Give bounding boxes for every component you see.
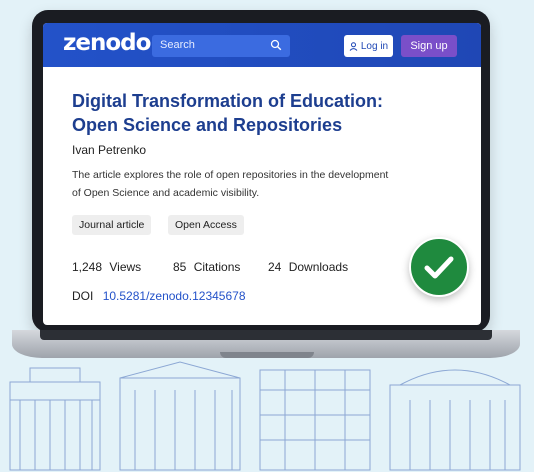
abstract-line1: The article explores the role of open re…	[72, 169, 389, 181]
tag-journal-article[interactable]: Journal article	[72, 215, 152, 235]
search-icon[interactable]	[270, 39, 282, 51]
citations-count: 85	[173, 260, 187, 274]
record-title-line2: Open Science and Repositories	[72, 115, 343, 135]
citations-stat: 85 Citations	[173, 260, 244, 274]
tag-open-access[interactable]: Open Access	[168, 215, 244, 235]
doi-row: DOI 10.5281/zenodo.12345678	[72, 289, 246, 303]
signup-label: Sign up	[410, 40, 448, 52]
signup-button[interactable]: Sign up	[401, 35, 457, 57]
views-count: 1,248	[72, 260, 103, 274]
downloads-count: 24	[268, 260, 282, 274]
laptop-notch	[220, 352, 314, 358]
doi-link[interactable]: 10.5281/zenodo.12345678	[103, 289, 246, 303]
views-label: Views	[109, 260, 142, 274]
views-stat: 1,248 Views	[72, 260, 145, 274]
user-icon	[349, 41, 358, 51]
downloads-stat: 24 Downloads	[268, 260, 352, 274]
citations-label: Citations	[193, 260, 241, 274]
scene: zenodo Search Log in Sign up Digital Tra…	[0, 0, 534, 472]
building-illustration	[9, 361, 521, 471]
search-input[interactable]: Search	[152, 35, 290, 57]
doi-label: DOI	[72, 289, 94, 303]
verified-badge	[409, 237, 469, 297]
record-abstract: The article explores the role of open re…	[72, 166, 452, 202]
search-placeholder: Search	[160, 39, 195, 51]
record-title-line1: Digital Transformation of Education:	[72, 91, 384, 111]
zenodo-logo[interactable]: zenodo	[63, 30, 151, 56]
login-label: Log in	[360, 40, 389, 52]
laptop-hinge	[40, 330, 492, 340]
login-button[interactable]: Log in	[344, 35, 393, 57]
check-icon	[424, 256, 454, 279]
record-author[interactable]: Ivan Petrenko	[72, 143, 146, 157]
abstract-line2: of Open Science and academic visibility.	[72, 187, 260, 199]
downloads-label: Downloads	[288, 260, 349, 274]
record-title[interactable]: Digital Transformation of Education: Ope…	[72, 89, 462, 137]
navbar: zenodo Search Log in Sign up	[43, 23, 481, 67]
